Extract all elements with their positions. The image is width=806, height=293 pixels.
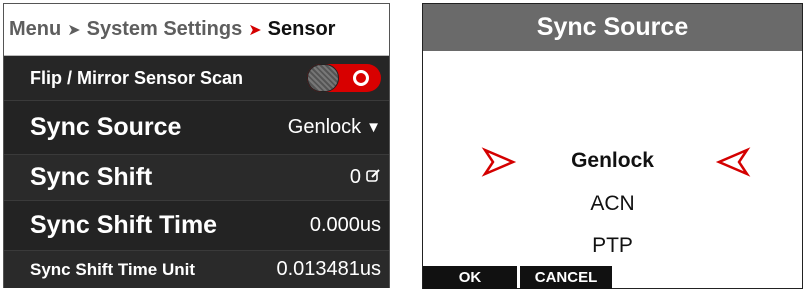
setting-row-sync-shift-time[interactable]: Sync Shift Time 0.000us	[4, 200, 389, 250]
breadcrumb-separator-icon: ➤	[67, 21, 81, 39]
toggle-on-icon	[353, 70, 369, 86]
breadcrumb-current-sensor: Sensor	[267, 18, 336, 40]
setting-label: Sync Source	[30, 113, 182, 141]
sync-shift-time-value: 0.000us	[309, 214, 381, 236]
setting-label: Flip / Mirror Sensor Scan	[30, 67, 244, 88]
dropdown-caret-icon: ▼	[366, 119, 381, 136]
breadcrumb-item-system-settings[interactable]: System Settings	[87, 18, 243, 41]
toggle-knob	[307, 64, 339, 92]
setting-label: Sync Shift Time Unit	[30, 259, 195, 279]
setting-label: Sync Shift Time	[30, 211, 218, 239]
setting-row-sync-shift-time-unit[interactable]: Sync Shift Time Unit 0.013481us	[4, 250, 389, 288]
setting-row-flip-mirror[interactable]: Flip / Mirror Sensor Scan	[4, 56, 389, 100]
breadcrumb: Menu ➤ System Settings ➤ Sensor	[4, 4, 389, 56]
cancel-button[interactable]: CANCEL	[520, 266, 612, 289]
option-ptp[interactable]: PTP	[423, 234, 802, 258]
breadcrumb-item-menu[interactable]: Menu	[9, 18, 61, 41]
setting-label: Sync Shift	[30, 163, 153, 191]
softkey-bar: OK CANCEL	[423, 266, 613, 289]
setting-row-sync-shift[interactable]: Sync Shift 0	[4, 154, 389, 200]
settings-panel: Menu ➤ System Settings ➤ Sensor Flip / M…	[3, 3, 390, 288]
ok-button[interactable]: OK	[423, 266, 517, 289]
edit-icon	[366, 166, 381, 189]
sync-source-value: Genlock	[287, 116, 362, 138]
option-acn[interactable]: ACN	[423, 192, 802, 216]
sync-shift-time-unit-value: 0.013481us	[276, 258, 381, 280]
selector-left-arrow-icon	[715, 147, 751, 177]
setting-row-sync-source[interactable]: Sync Source Genlock ▼	[4, 100, 389, 154]
flip-mirror-toggle[interactable]	[307, 64, 381, 92]
breadcrumb-separator-icon: ➤	[248, 21, 262, 39]
sync-shift-value: 0	[349, 166, 361, 188]
sync-source-dialog: Sync Source Genlock ACN PTP OK CANCEL	[422, 3, 803, 289]
dialog-title: Sync Source	[423, 4, 802, 51]
